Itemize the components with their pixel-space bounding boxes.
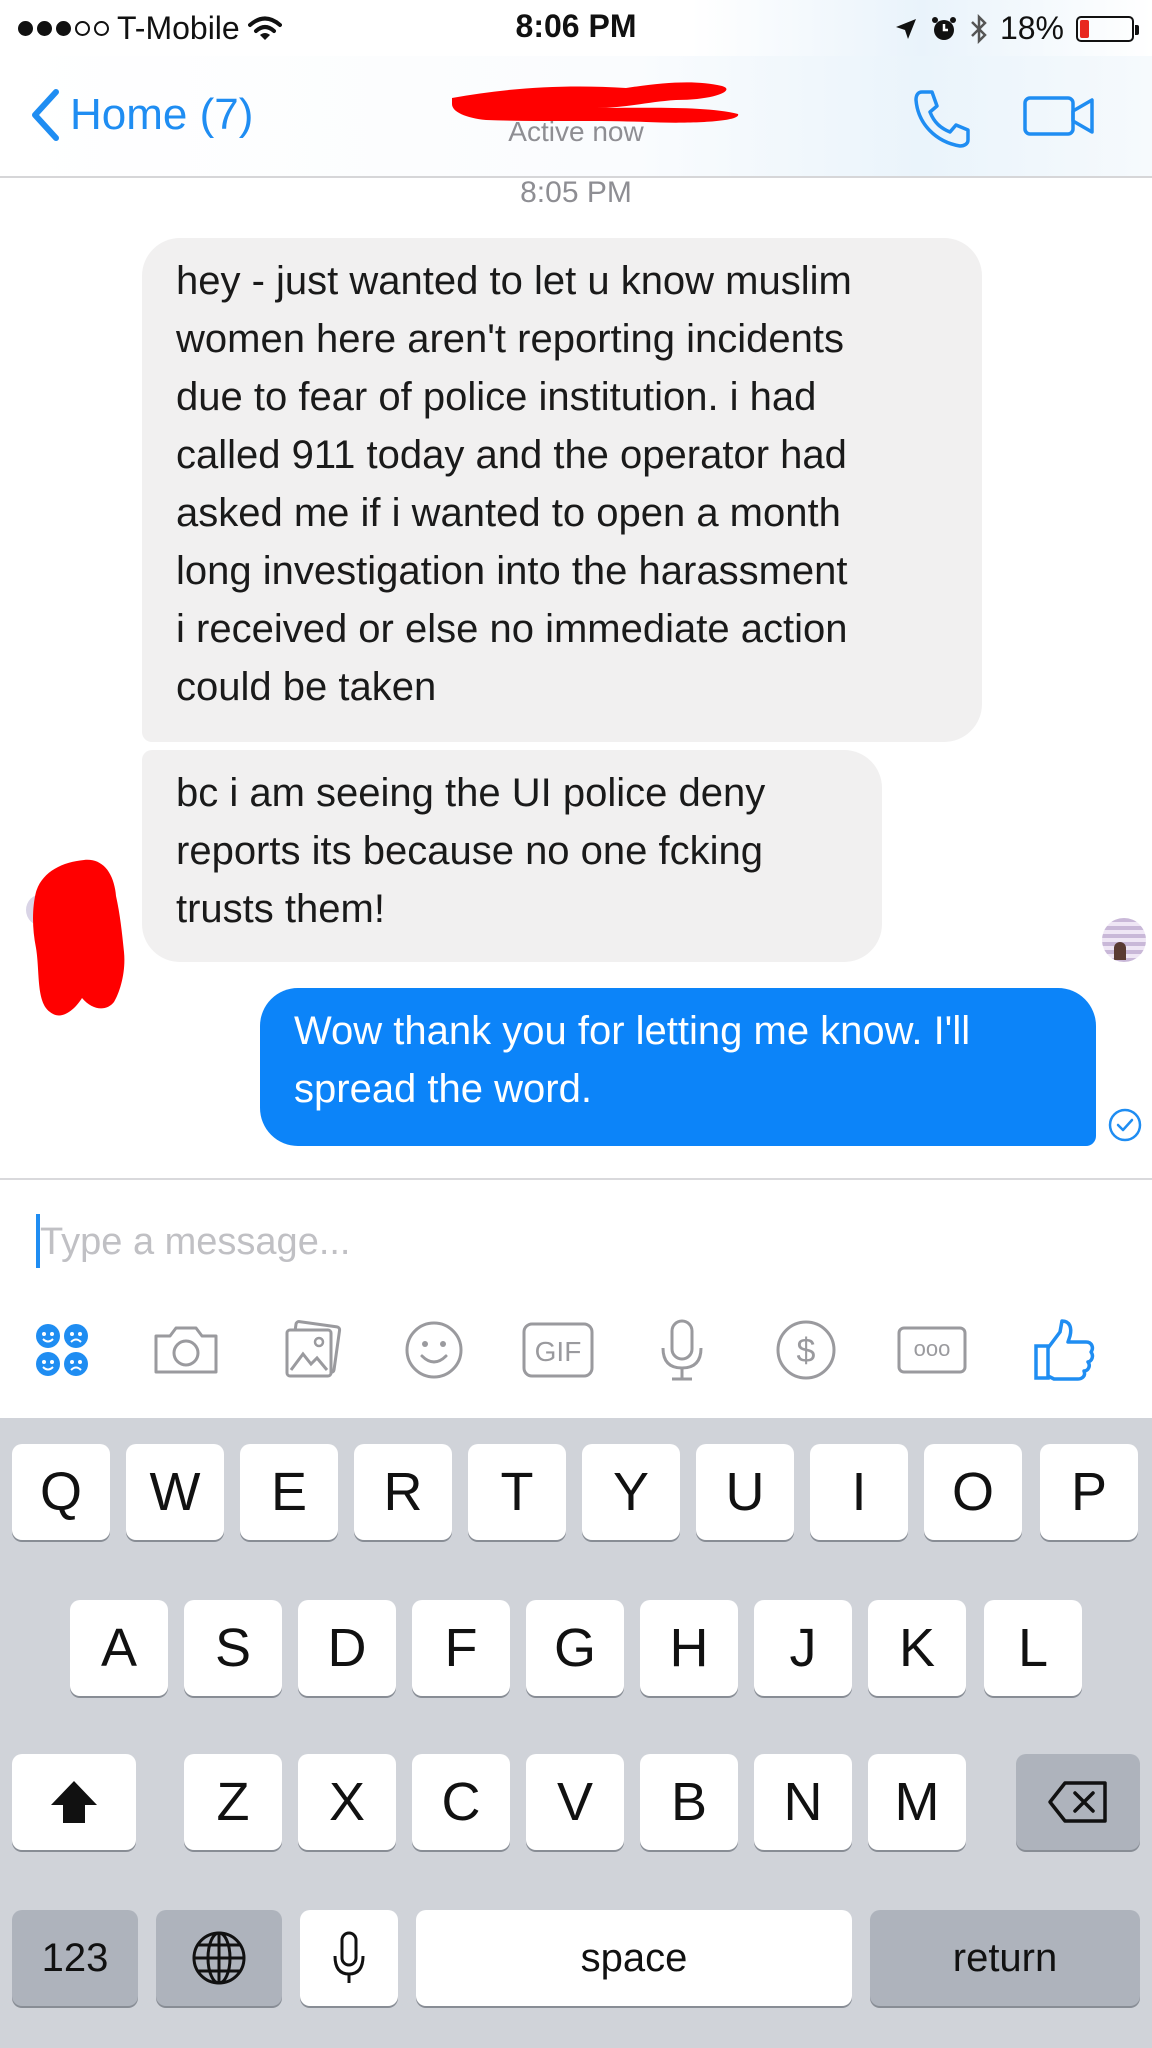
key-r[interactable]: R (354, 1444, 452, 1540)
battery-icon (1076, 15, 1139, 42)
delete-key[interactable] (1016, 1754, 1140, 1850)
numbers-key[interactable]: 123 (12, 1910, 138, 2006)
camera-icon[interactable] (146, 1310, 226, 1390)
microphone-icon (333, 1931, 365, 1983)
microphone-icon[interactable] (642, 1310, 722, 1390)
globe-key[interactable] (156, 1910, 282, 2006)
composer-toolbar: GIF $ ooo (0, 1310, 1152, 1390)
status-right: 18% (894, 10, 1139, 47)
message-line: due to fear of police institution. i had (176, 375, 817, 419)
key-y[interactable]: Y (582, 1444, 680, 1540)
more-icon[interactable]: ooo (892, 1310, 972, 1390)
key-q[interactable]: Q (12, 1444, 110, 1540)
key-m[interactable]: M (868, 1754, 966, 1850)
outgoing-message[interactable]: Wow thank you for letting me know. I'll … (260, 988, 1096, 1146)
key-p[interactable]: P (1040, 1444, 1138, 1540)
dictation-key[interactable] (300, 1910, 398, 2006)
backspace-icon (1048, 1781, 1107, 1823)
more-label: ooo (914, 1336, 951, 1361)
message-line: bc i am seeing the UI police deny (176, 771, 766, 815)
message-line: hey - just wanted to let u know muslim (176, 259, 852, 303)
read-receipt-avatar (1102, 918, 1146, 962)
key-o[interactable]: O (924, 1444, 1022, 1540)
key-g[interactable]: G (526, 1600, 624, 1696)
return-key[interactable]: return (870, 1910, 1140, 2006)
emoji-icon[interactable] (394, 1310, 474, 1390)
key-n[interactable]: N (754, 1754, 852, 1850)
phone-call-icon[interactable] (910, 86, 972, 150)
message-line: i received or else no immediate action (176, 607, 848, 651)
alarm-icon (931, 16, 956, 40)
gif-label: GIF (535, 1336, 582, 1367)
active-status: Active now (508, 116, 644, 147)
bluetooth-icon (971, 13, 987, 44)
message-line: asked me if i wanted to open a month (176, 491, 841, 535)
keyboard: Q W E R T Y U I O P A S D F G H J K L Z … (0, 1418, 1152, 2048)
key-h[interactable]: H (640, 1600, 738, 1696)
video-call-icon[interactable] (1022, 94, 1096, 138)
key-f[interactable]: F (412, 1600, 510, 1696)
location-arrow-icon (895, 18, 916, 39)
key-e[interactable]: E (240, 1444, 338, 1540)
key-u[interactable]: U (696, 1444, 794, 1540)
conversation-header: Home (7) Active now (0, 56, 1152, 178)
key-b[interactable]: B (640, 1754, 738, 1850)
key-z[interactable]: Z (184, 1754, 282, 1850)
gif-icon[interactable]: GIF (518, 1310, 598, 1390)
redacted-sender-avatar (26, 859, 125, 1016)
key-x[interactable]: X (298, 1754, 396, 1850)
key-l[interactable]: L (984, 1600, 1082, 1696)
space-key[interactable]: space (416, 1910, 852, 2006)
incoming-message[interactable]: hey - just wanted to let u know muslim w… (142, 238, 982, 742)
key-c[interactable]: C (412, 1754, 510, 1850)
key-k[interactable]: K (868, 1600, 966, 1696)
message-line: trusts them! (176, 887, 385, 931)
key-v[interactable]: V (526, 1754, 624, 1850)
message-line: reports its because no one fcking (176, 829, 764, 873)
key-j[interactable]: J (754, 1600, 852, 1696)
stickers-icon[interactable] (22, 1310, 102, 1390)
battery-percent: 18% (999, 10, 1064, 46)
message-line: could be taken (176, 665, 437, 709)
message-input[interactable] (30, 1210, 1120, 1274)
key-w[interactable]: W (126, 1444, 224, 1540)
message-line: called 911 today and the operator had (176, 433, 847, 477)
gallery-icon[interactable] (272, 1310, 352, 1390)
payment-label: $ (797, 1332, 816, 1370)
key-a[interactable]: A (70, 1600, 168, 1696)
key-i[interactable]: I (810, 1444, 908, 1540)
message-line: long investigation into the harassment (176, 549, 848, 593)
incoming-message[interactable]: bc i am seeing the UI police deny report… (142, 750, 882, 962)
message-line: spread the word. (294, 1067, 592, 1111)
key-s[interactable]: S (184, 1600, 282, 1696)
shift-icon (51, 1781, 97, 1823)
message-line: women here aren't reporting incidents (176, 317, 845, 361)
message-line: Wow thank you for letting me know. I'll (294, 1009, 971, 1053)
like-icon[interactable] (1024, 1310, 1104, 1390)
key-d[interactable]: D (298, 1600, 396, 1696)
composer-divider (0, 1178, 1152, 1180)
delivered-check-icon (1108, 1108, 1142, 1142)
globe-icon (192, 1931, 246, 1985)
status-bar: T-Mobile 8:06 PM 18% (0, 0, 1152, 56)
shift-key[interactable] (12, 1754, 136, 1850)
message-timestamp: 8:05 PM (520, 176, 632, 209)
payment-icon[interactable]: $ (766, 1310, 846, 1390)
key-t[interactable]: T (468, 1444, 566, 1540)
